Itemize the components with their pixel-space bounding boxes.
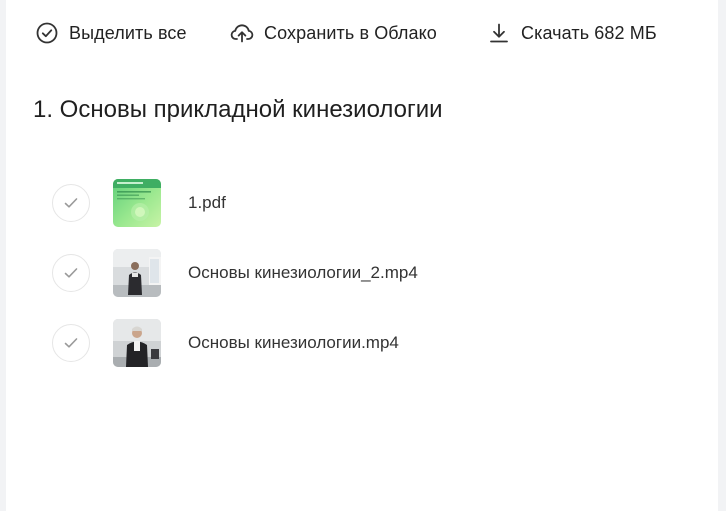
save-to-cloud-button[interactable]: Сохранить в Облако [230, 14, 437, 52]
check-circle-icon [35, 21, 59, 45]
file-row[interactable]: Основы кинезиологии.mp4 [52, 308, 652, 378]
save-to-cloud-label: Сохранить в Облако [264, 22, 437, 43]
select-checkbox[interactable] [52, 184, 90, 222]
select-checkbox[interactable] [52, 254, 90, 292]
file-name[interactable]: Основы кинезиологии_2.mp4 [188, 263, 418, 283]
checkmark-icon [64, 198, 78, 208]
select-all-label: Выделить все [69, 22, 187, 43]
file-panel: Выделить все Сохранить в Облако Скачать … [6, 0, 718, 511]
cloud-upload-icon [230, 21, 254, 45]
download-label: Скачать 682 МБ [521, 22, 657, 43]
file-name[interactable]: 1.pdf [188, 193, 226, 213]
file-row[interactable]: Основы кинезиологии_2.mp4 [52, 238, 652, 308]
video-thumbnail [113, 319, 161, 367]
pdf-thumbnail [113, 179, 161, 227]
select-all-button[interactable]: Выделить все [35, 14, 187, 52]
video-thumbnail [113, 249, 161, 297]
folder-title: 1. Основы прикладной кинезиологии [33, 96, 443, 123]
checkmark-icon [64, 268, 78, 278]
select-checkbox[interactable] [52, 324, 90, 362]
file-row[interactable]: 1.pdf [52, 168, 652, 238]
checkmark-icon [64, 338, 78, 348]
download-button[interactable]: Скачать 682 МБ [487, 14, 657, 52]
file-name[interactable]: Основы кинезиологии.mp4 [188, 333, 399, 353]
download-icon [487, 21, 511, 45]
